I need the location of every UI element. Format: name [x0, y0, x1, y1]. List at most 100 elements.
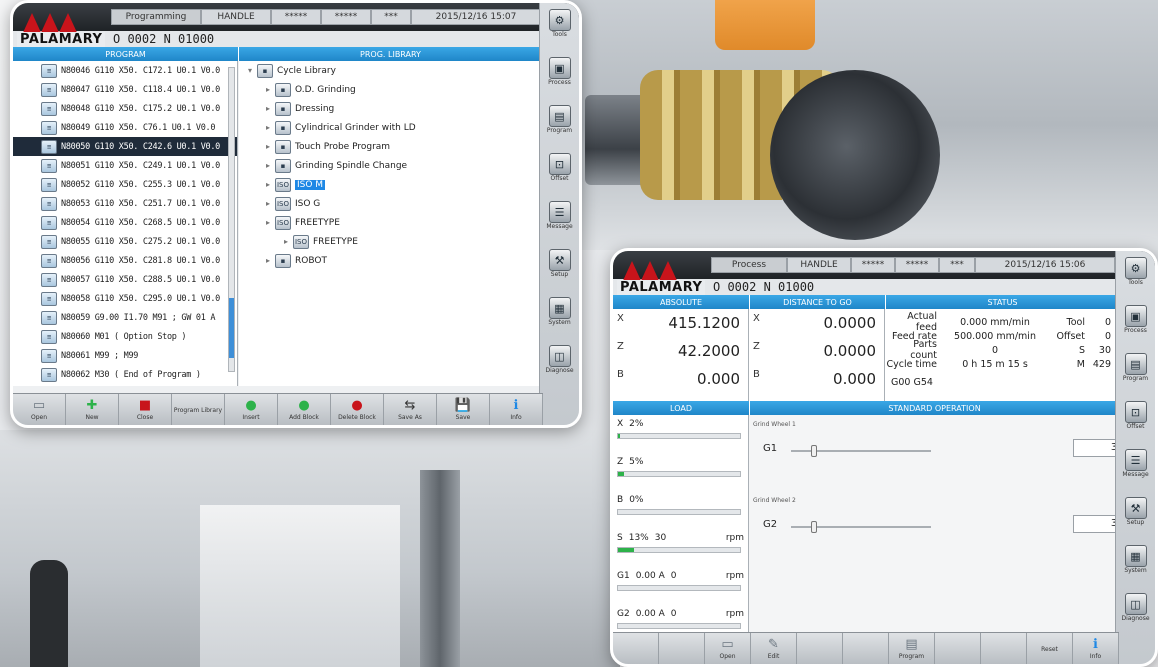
- bottom-button-label: Close: [136, 413, 154, 421]
- bottom-button-info[interactable]: ℹ Info: [490, 394, 543, 425]
- library-item[interactable]: ▸ ▪ Grinding Spindle Change: [239, 156, 542, 175]
- sidebar-setup-button[interactable]: ⚒ Setup: [543, 249, 577, 291]
- sidebar-offset-button[interactable]: ⊡ Offset: [1119, 401, 1153, 443]
- sidebar-diagnose-button[interactable]: ◫ Diagnose: [1119, 593, 1153, 635]
- bottom-button-empty-8[interactable]: [981, 633, 1027, 664]
- program-line[interactable]: ≡ N80062 M30 ( End of Program ): [13, 365, 237, 384]
- sidebar-message-button[interactable]: ☰ Message: [1119, 449, 1153, 491]
- program-line[interactable]: ≡ N80060 M01 ( Option Stop ): [13, 327, 237, 346]
- bottom-button-program[interactable]: ▤ Program: [889, 633, 935, 664]
- bottom-button-new[interactable]: ✚ New: [66, 394, 119, 425]
- bottom-button-info[interactable]: ℹ Info: [1073, 633, 1119, 664]
- bottom-button-empty-4[interactable]: [797, 633, 843, 664]
- program-line[interactable]: ≡ N80046 G110 X50. C172.1 U0.1 V0.0: [13, 61, 237, 80]
- program-scrollbar[interactable]: [228, 67, 235, 372]
- program-line[interactable]: ≡ N80055 G110 X50. C275.2 U0.1 V0.0: [13, 232, 237, 251]
- program-line[interactable]: ≡ N80058 G110 X50. C295.0 U0.1 V0.0: [13, 289, 237, 308]
- library-item[interactable]: ▸ ▪ O.D. Grinding: [239, 80, 542, 99]
- expand-icon[interactable]: ▸: [263, 123, 273, 132]
- program-line[interactable]: ≡ N80052 G110 X50. C255.3 U0.1 V0.0: [13, 175, 237, 194]
- library-item[interactable]: ▸ ISO FREETYPE: [239, 213, 542, 232]
- bottom-button-delete-block[interactable]: ● Delete Block: [331, 394, 384, 425]
- sidebar-process-button[interactable]: ▣ Process: [1119, 305, 1153, 347]
- load-panel: X 2% Z 5% B 0% S 13% 30 rpm G1 0.00 A 0 rpm G2 0.00 A 0 r…: [613, 415, 749, 635]
- bottom-button-close[interactable]: ■ Close: [119, 394, 172, 425]
- bottom-button-empty-7[interactable]: [935, 633, 981, 664]
- sidebar-system-button[interactable]: ▦ System: [543, 297, 577, 339]
- bottom-button-edit[interactable]: ✎ Edit: [751, 633, 797, 664]
- library-item[interactable]: ▸ ▪ ROBOT: [239, 251, 542, 270]
- program-line[interactable]: ≡ N80048 G110 X50. C175.2 U0.1 V0.0: [13, 99, 237, 118]
- library-item[interactable]: ▾ ▪ Cycle Library: [239, 61, 542, 80]
- library-item[interactable]: ▸ ▪ Cylindrical Grinder with LD: [239, 118, 542, 137]
- sidebar-diagnose-button[interactable]: ◫ Diagnose: [543, 345, 577, 387]
- expand-icon[interactable]: ▸: [263, 256, 273, 265]
- library-item-label: ISO G: [295, 198, 321, 209]
- sidebar-setup-button[interactable]: ⚒ Setup: [1119, 497, 1153, 539]
- program-line[interactable]: ≡ N80053 G110 X50. C251.7 U0.1 V0.0: [13, 194, 237, 213]
- expand-icon[interactable]: ▸: [263, 199, 273, 208]
- expand-icon[interactable]: ▸: [263, 104, 273, 113]
- sidebar-label: Program: [546, 127, 573, 134]
- library-item[interactable]: ▸ ISO ISO M: [239, 175, 542, 194]
- status-panel: Actual feed 0.000 mm/min Tool 0 Feed rate 500…: [885, 309, 1119, 401]
- bottom-button-empty-5[interactable]: [843, 633, 889, 664]
- bottom-button-save-as[interactable]: ⇆ Save As: [384, 394, 437, 425]
- library-item[interactable]: ▸ ISO FREETYPE: [239, 232, 542, 251]
- bottom-button-open[interactable]: ▭ Open: [13, 394, 66, 425]
- program-line[interactable]: ≡ N80056 G110 X50. C281.8 U0.1 V0.0: [13, 251, 237, 270]
- bottom-button-save[interactable]: 💾 Save: [437, 394, 490, 425]
- bottom-button-open[interactable]: ▭ Open: [705, 633, 751, 664]
- load-text: Z 5%: [617, 457, 744, 467]
- sidebar-message-button[interactable]: ☰ Message: [543, 201, 577, 243]
- bottom-button-empty-1[interactable]: [659, 633, 705, 664]
- bottom-button-reset[interactable]: Reset: [1027, 633, 1073, 664]
- expand-icon[interactable]: ▾: [245, 66, 255, 75]
- sidebar-tools-button[interactable]: ⚙ Tools: [543, 9, 577, 51]
- sidebar-offset-button[interactable]: ⊡ Offset: [543, 153, 577, 195]
- library-item-label: Touch Probe Program: [295, 141, 391, 152]
- program-line[interactable]: ≡ N80059 G9.00 I1.70 M91 ; GW 01 A: [13, 308, 237, 327]
- program-line[interactable]: ≡ N80051 G110 X50. C249.1 U0.1 V0.0: [13, 156, 237, 175]
- spindle-icon: ▪: [275, 158, 291, 173]
- load-axis: S: [617, 533, 623, 543]
- speed-slider-knob[interactable]: [811, 445, 817, 457]
- program-line[interactable]: ≡ N80061 M99 ; M99: [13, 346, 237, 365]
- grinding-icon: ▪: [275, 82, 291, 97]
- sidebar-program-button[interactable]: ▤ Program: [543, 105, 577, 147]
- program-line[interactable]: ≡ N80049 G110 X50. C76.1 U0.1 V0.0: [13, 118, 237, 137]
- load-text: B 0%: [617, 495, 744, 505]
- sidebar-program-button[interactable]: ▤ Program: [1119, 353, 1153, 395]
- program-line[interactable]: ≡ N80050 G110 X50. C242.6 U0.1 V0.0: [13, 137, 237, 156]
- sidebar-system-button[interactable]: ▦ System: [1119, 545, 1153, 587]
- bottom-button-empty-0[interactable]: [613, 633, 659, 664]
- expand-icon[interactable]: ▸: [263, 85, 273, 94]
- save-icon: 💾: [454, 397, 472, 413]
- speed-slider-knob[interactable]: [811, 521, 817, 533]
- bottom-button-add-block[interactable]: ● Add Block: [278, 394, 331, 425]
- program-line[interactable]: ≡ N80047 G110 X50. C118.4 U0.1 V0.0: [13, 80, 237, 99]
- expand-icon[interactable]: ▸: [263, 161, 273, 170]
- expand-icon[interactable]: ▸: [263, 142, 273, 151]
- program-line-text: N80056 G110 X50. C281.8 U0.1 V0.0: [61, 255, 220, 266]
- library-item[interactable]: ▸ ▪ Dressing: [239, 99, 542, 118]
- sidebar-tools-button[interactable]: ⚙ Tools: [1119, 257, 1153, 299]
- bottom-button-program-library[interactable]: Program Library: [172, 394, 225, 425]
- library-tree[interactable]: ▾ ▪ Cycle Library ▸ ▪ O.D. Grinding ▸ ▪ Dressing…: [239, 61, 542, 386]
- program-line[interactable]: ≡ N80054 G110 X50. C268.5 U0.1 V0.0: [13, 213, 237, 232]
- bottom-button-insert[interactable]: ● Insert: [225, 394, 278, 425]
- expand-icon[interactable]: ▸: [263, 218, 273, 227]
- program-line[interactable]: ≡ N80057 G110 X50. C288.5 U0.1 V0.0: [13, 270, 237, 289]
- expand-icon[interactable]: ▸: [263, 180, 273, 189]
- process-icon: ▣: [1124, 305, 1147, 327]
- library-item-label: Grinding Spindle Change: [295, 160, 408, 171]
- program-list[interactable]: ≡ N80046 G110 X50. C172.1 U0.1 V0.0 ≡ N8004…: [13, 61, 238, 386]
- expand-icon[interactable]: ▸: [281, 237, 291, 246]
- axis-row: B 0.000: [613, 365, 748, 393]
- sidebar-label: Tools: [552, 31, 567, 38]
- datetime: 2015/12/16 15:07: [411, 9, 541, 25]
- probe-icon: ▪: [275, 139, 291, 154]
- library-item[interactable]: ▸ ▪ Touch Probe Program: [239, 137, 542, 156]
- sidebar-process-button[interactable]: ▣ Process: [543, 57, 577, 99]
- library-item[interactable]: ▸ ISO ISO G: [239, 194, 542, 213]
